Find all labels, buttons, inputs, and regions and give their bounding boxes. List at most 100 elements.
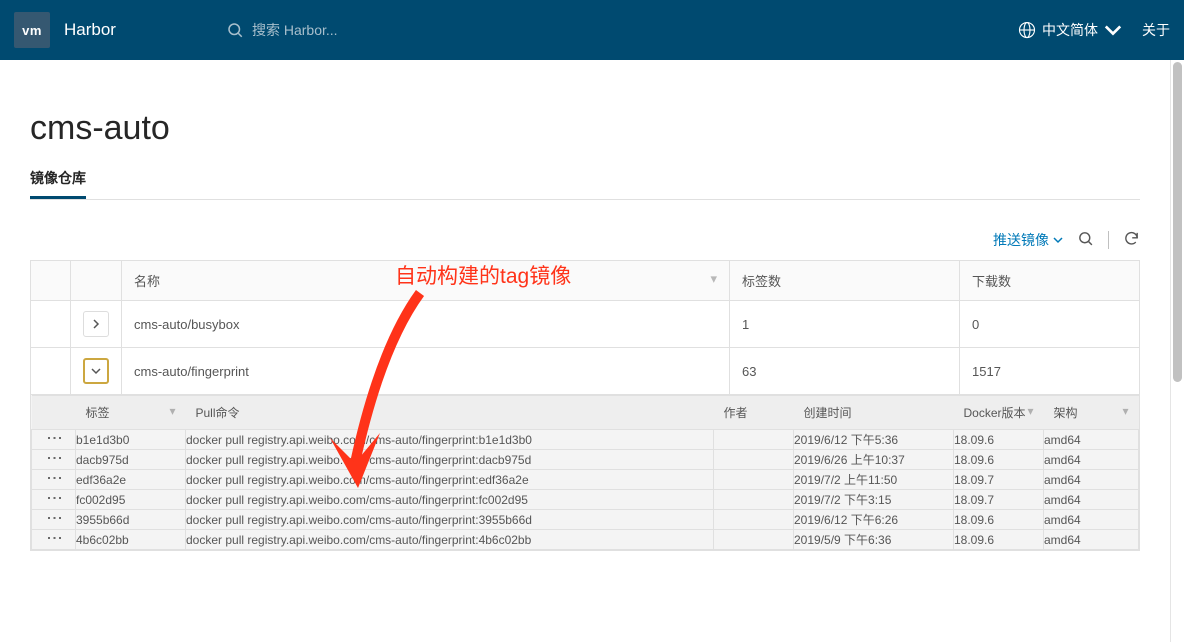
tag-author	[714, 450, 794, 470]
col-downloads-header[interactable]: 下载数	[960, 261, 1140, 301]
pull-command[interactable]: docker pull registry.api.weibo.com/cms-a…	[186, 450, 714, 470]
tag-author	[714, 490, 794, 510]
col-name-label: 名称	[134, 274, 160, 289]
tag-docker-version: 18.09.6	[954, 430, 1044, 450]
pull-command[interactable]: docker pull registry.api.weibo.com/cms-a…	[186, 530, 714, 550]
col-checkbox	[31, 261, 71, 301]
search-repos-button[interactable]	[1077, 230, 1094, 250]
filter-icon[interactable]: ▾	[1122, 404, 1128, 418]
col-name-header[interactable]: 名称 ▾	[122, 261, 730, 301]
chevron-down-icon	[1053, 235, 1063, 245]
tag-name[interactable]: fc002d95	[76, 490, 186, 510]
toolbar: 推送镜像	[30, 230, 1140, 260]
col-expand	[71, 261, 122, 301]
pull-command[interactable]: docker pull registry.api.weibo.com/cms-a…	[186, 490, 714, 510]
tag-row[interactable]: ⋮ fc002d95docker pull registry.api.weibo.…	[32, 490, 1139, 510]
filter-icon[interactable]: ▾	[710, 271, 717, 287]
tag-created: 2019/6/12 下午6:26	[794, 510, 954, 530]
row-menu-button[interactable]: ⋮	[51, 470, 57, 486]
tag-arch: amd64	[1044, 430, 1139, 450]
tag-name[interactable]: 3955b66d	[76, 510, 186, 530]
tag-docker-version: 18.09.6	[954, 450, 1044, 470]
tag-created: 2019/5/9 下午6:36	[794, 530, 954, 550]
pull-command[interactable]: docker pull registry.api.weibo.com/cms-a…	[186, 470, 714, 490]
tag-docker-version: 18.09.6	[954, 530, 1044, 550]
expand-button[interactable]	[83, 311, 109, 337]
tag-arch: amd64	[1044, 510, 1139, 530]
tag-arch: amd64	[1044, 530, 1139, 550]
tag-name[interactable]: 4b6c02bb	[76, 530, 186, 550]
tag-docker-version: 18.09.7	[954, 490, 1044, 510]
tag-arch: amd64	[1044, 490, 1139, 510]
vmware-logo: vm	[14, 12, 50, 48]
expand-cell[interactable]	[71, 348, 122, 395]
tag-name[interactable]: edf36a2e	[76, 470, 186, 490]
table-row[interactable]: cms-auto/fingerprint631517	[31, 348, 1140, 395]
repo-downloads: 1517	[960, 348, 1140, 395]
tag-created: 2019/6/26 上午10:37	[794, 450, 954, 470]
tag-name[interactable]: b1e1d3b0	[76, 430, 186, 450]
repositories-table: 名称▾ 标签数 下载数 cms-auto/busybox10cms-auto/f…	[30, 260, 1140, 551]
filter-icon[interactable]: ▾	[169, 404, 175, 418]
row-menu-button[interactable]: ⋮	[51, 450, 57, 466]
globe-icon	[1018, 21, 1036, 39]
checkbox-cell[interactable]	[31, 348, 71, 395]
row-menu-button[interactable]: ⋮	[51, 430, 57, 446]
tag-arch: amd64	[1044, 470, 1139, 490]
col-arch-header[interactable]: 架构▾	[1044, 396, 1139, 430]
tag-author	[714, 530, 794, 550]
pull-command[interactable]: docker pull registry.api.weibo.com/cms-a…	[186, 430, 714, 450]
global-search[interactable]	[226, 21, 552, 39]
refresh-button[interactable]	[1123, 230, 1140, 250]
tag-created: 2019/6/12 下午5:36	[794, 430, 954, 450]
expand-cell[interactable]	[71, 301, 122, 348]
tag-author	[714, 510, 794, 530]
tab-repositories[interactable]: 镜像仓库	[30, 168, 86, 199]
col-author-header[interactable]: 作者	[714, 396, 794, 430]
filter-icon[interactable]: ▾	[1027, 404, 1033, 418]
push-image-button[interactable]: 推送镜像	[993, 230, 1063, 250]
repo-tagcount: 1	[730, 301, 960, 348]
language-label: 中文简体	[1042, 20, 1098, 40]
col-actions	[32, 396, 76, 430]
col-created-header[interactable]: 创建时间	[794, 396, 954, 430]
tag-created: 2019/7/2 上午11:50	[794, 470, 954, 490]
tag-row[interactable]: ⋮ 4b6c02bbdocker pull registry.api.weibo.…	[32, 530, 1139, 550]
scrollbar[interactable]	[1170, 60, 1184, 642]
tag-name[interactable]: dacb975d	[76, 450, 186, 470]
divider	[1108, 231, 1109, 249]
pull-command[interactable]: docker pull registry.api.weibo.com/cms-a…	[186, 510, 714, 530]
tag-row[interactable]: ⋮ 3955b66ddocker pull registry.api.weibo.…	[32, 510, 1139, 530]
search-icon	[226, 21, 244, 39]
table-row[interactable]: cms-auto/busybox10	[31, 301, 1140, 348]
row-menu-button[interactable]: ⋮	[51, 510, 57, 526]
checkbox-cell[interactable]	[31, 301, 71, 348]
tag-created: 2019/7/2 下午3:15	[794, 490, 954, 510]
chevron-down-icon	[1104, 21, 1122, 39]
tag-row[interactable]: ⋮ edf36a2edocker pull registry.api.weibo.…	[32, 470, 1139, 490]
tabs: 镜像仓库	[30, 168, 1140, 200]
tag-row[interactable]: ⋮ dacb975ddocker pull registry.api.weibo.…	[32, 450, 1139, 470]
col-tagcount-header[interactable]: 标签数	[730, 261, 960, 301]
row-menu-button[interactable]: ⋮	[51, 530, 57, 546]
row-menu-button[interactable]: ⋮	[51, 490, 57, 506]
tag-author	[714, 470, 794, 490]
col-tag-header[interactable]: 标签▾	[76, 396, 186, 430]
search-input[interactable]	[252, 22, 552, 38]
repo-name[interactable]: cms-auto/fingerprint	[122, 348, 730, 395]
col-pull-header[interactable]: Pull命令	[186, 396, 714, 430]
repo-name[interactable]: cms-auto/busybox	[122, 301, 730, 348]
product-brand: Harbor	[64, 20, 116, 40]
about-link[interactable]: 关于	[1142, 20, 1170, 40]
scrollbar-thumb[interactable]	[1173, 62, 1182, 382]
expand-button[interactable]	[83, 358, 109, 384]
push-image-label: 推送镜像	[993, 230, 1049, 250]
tag-docker-version: 18.09.6	[954, 510, 1044, 530]
language-selector[interactable]: 中文简体	[1018, 20, 1122, 40]
repo-downloads: 0	[960, 301, 1140, 348]
tag-author	[714, 430, 794, 450]
tag-row[interactable]: ⋮ b1e1d3b0docker pull registry.api.weibo.…	[32, 430, 1139, 450]
col-docker-header[interactable]: Docker版本▾	[954, 396, 1044, 430]
repo-tagcount: 63	[730, 348, 960, 395]
page-title: cms-auto	[30, 109, 1140, 148]
